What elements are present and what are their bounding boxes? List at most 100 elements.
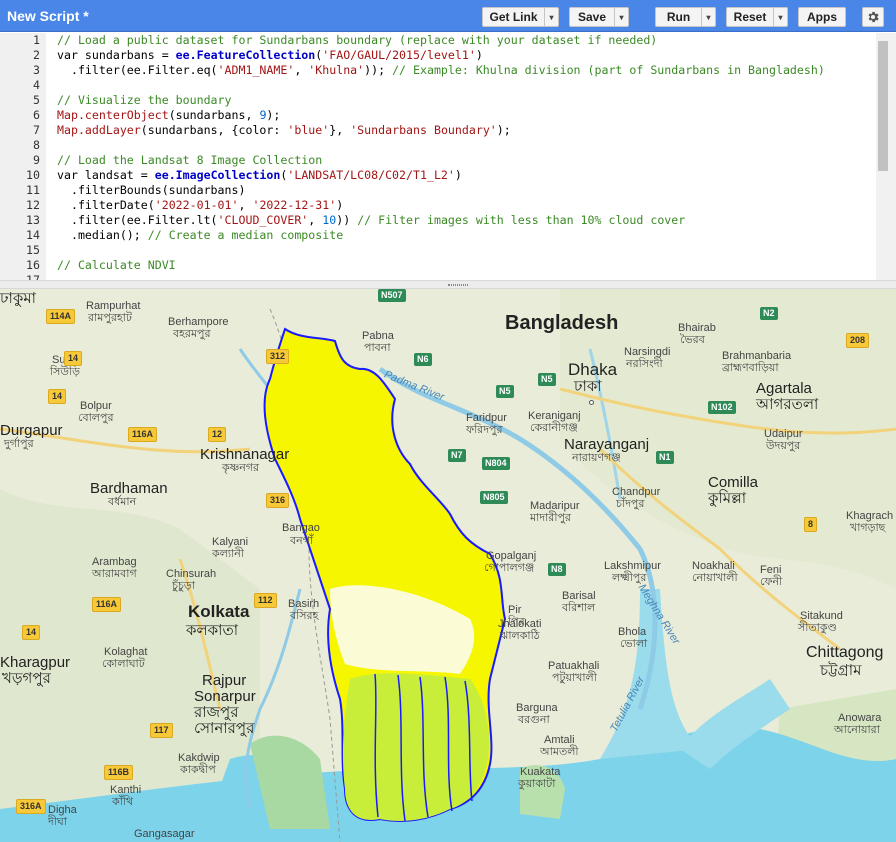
road-shield: 114A xyxy=(46,309,76,324)
code-token: ) xyxy=(475,48,483,62)
map-label: চাঁদপুর xyxy=(616,498,645,510)
map-label: গোপালগঞ্জ xyxy=(484,562,535,574)
road-shield: 117 xyxy=(150,723,173,738)
line-number: 1 xyxy=(33,33,40,47)
code-token: // Filter images with less than 10% clou… xyxy=(357,213,686,227)
road-shield: 316A xyxy=(16,799,46,814)
road-shield: 116A xyxy=(92,597,122,612)
map-label: Barisal xyxy=(562,590,596,602)
code-line: 4 xyxy=(0,78,876,93)
code-token: .filterDate( xyxy=(57,198,155,212)
map-label: Bhola xyxy=(618,626,647,638)
reset-button[interactable]: Reset ▾ xyxy=(726,7,788,27)
map-label: Chinsurah xyxy=(166,568,217,580)
save-button[interactable]: Save ▾ xyxy=(569,7,629,27)
code-editor[interactable]: 1 // Load a public dataset for Sundarbans… xyxy=(0,33,896,280)
map-label: Narayanganj xyxy=(564,436,650,453)
map-label: আগরতলা xyxy=(756,396,819,413)
editor-scroll-thumb[interactable] xyxy=(878,41,888,171)
chevron-down-icon[interactable]: ▾ xyxy=(544,8,558,26)
code-token: 'LANDSAT/LC08/C02/T1_L2' xyxy=(287,168,455,182)
code-text: .filter(ee.Filter.eq('ADM1_NAME', 'Khuln… xyxy=(57,63,825,78)
map-label: Bangladesh xyxy=(505,312,619,334)
apps-button[interactable]: Apps xyxy=(798,7,846,27)
code-token: )); xyxy=(364,63,393,77)
map-label: চুঁচুড়া xyxy=(172,580,195,592)
code-line: 10 var landsat = ee.ImageCollection('LAND… xyxy=(0,168,876,183)
line-number: 14 xyxy=(26,228,40,242)
code-line: 11 .filterBounds(sundarbans) xyxy=(0,183,876,198)
map-label: বরিশাল xyxy=(562,602,596,614)
code-token: ee.FeatureCollection xyxy=(175,48,316,62)
map-label: Noakhali xyxy=(692,560,735,572)
code-token: ee.ImageCollection xyxy=(154,168,281,182)
code-line: 7 Map.addLayer(sundarbans, {color: 'blue'… xyxy=(0,123,876,138)
map-label: Kolaghat xyxy=(104,646,148,658)
script-title[interactable]: New Script * xyxy=(7,8,89,24)
map-label: সিউড়ি xyxy=(50,366,80,378)
capital-marker-icon xyxy=(589,400,594,405)
map-label: বনগাঁ xyxy=(290,535,314,547)
map-label: Patuakhali xyxy=(548,660,600,672)
chevron-down-icon[interactable]: ▾ xyxy=(701,8,715,26)
run-button[interactable]: Run ▾ xyxy=(655,7,716,27)
line-number: 15 xyxy=(26,243,40,257)
map-label: সীতাকুণ্ড xyxy=(798,622,837,634)
line-number: 17 xyxy=(26,273,40,280)
map-label: Bhairab xyxy=(678,322,716,334)
get-link-button[interactable]: Get Link ▾ xyxy=(482,7,559,27)
map-label: বোলপুর xyxy=(78,412,114,424)
panel-splitter[interactable] xyxy=(0,280,896,289)
map-label: Gopalganj xyxy=(486,550,537,562)
code-token: '2022-12-31' xyxy=(252,198,337,212)
map-label: কাঁথি xyxy=(112,796,134,808)
map-label: কেরানীগঞ্জ xyxy=(530,422,578,434)
map-label: Bangao xyxy=(282,522,320,534)
code-text: .filterDate('2022-01-01', '2022-12-31') xyxy=(57,198,343,213)
road-shield: 12 xyxy=(208,427,227,442)
map-label: Dhaka xyxy=(568,360,618,379)
map-label: Udaipur xyxy=(764,428,803,440)
drag-handle-icon[interactable] xyxy=(448,284,468,286)
map-label: Chittagong xyxy=(806,644,884,661)
road-shield: N2 xyxy=(760,307,778,320)
map-label: নরসিংদী xyxy=(626,358,663,370)
map-label: আরামবাগ xyxy=(92,568,137,580)
map-label: মাদারীপুর xyxy=(530,512,571,524)
map-label: Faridpur xyxy=(466,412,507,424)
code-token: '2022-01-01' xyxy=(154,198,239,212)
map-label: ভৈরব xyxy=(680,334,705,346)
line-number: 12 xyxy=(26,198,40,212)
road-shield: N507 xyxy=(378,289,406,302)
chevron-down-icon[interactable]: ▾ xyxy=(773,8,787,26)
map-label: সোনারপুর xyxy=(194,720,255,737)
map-label: পাবনা xyxy=(364,342,391,354)
code-text: // Load the Landsat 8 Image Collection xyxy=(57,153,323,167)
code-area[interactable]: 1 // Load a public dataset for Sundarbans… xyxy=(0,33,876,280)
map-label: Sonarpur xyxy=(194,688,256,705)
map-label: Madaripur xyxy=(530,500,580,512)
road-shield: 8 xyxy=(804,517,818,532)
map-label: Berhampore xyxy=(168,316,229,328)
save-label: Save xyxy=(577,10,607,24)
chevron-down-icon[interactable]: ▾ xyxy=(614,8,628,26)
code-token: .filter(ee.Filter.lt( xyxy=(57,213,218,227)
map-label: কুমিল্লা xyxy=(708,490,747,507)
run-label: Run xyxy=(666,10,691,24)
map-label: Comilla xyxy=(708,474,759,491)
map-label: লক্ষ্মীপুর xyxy=(612,572,647,584)
map-label: Basirh xyxy=(288,598,320,610)
code-line: 16 // Calculate NDVI xyxy=(0,258,876,273)
line-number: 8 xyxy=(33,138,40,152)
map-view[interactable]: ঢাকুমা Bangladesh Rampurhat রামপুরহাট Be… xyxy=(0,289,896,842)
map-label: Jhalokati xyxy=(498,618,542,630)
map-label: Sitakund xyxy=(800,610,843,622)
code-token: 'ADM1_NAME' xyxy=(217,63,295,77)
code-text: Map.centerObject(sundarbans, 9); xyxy=(57,108,280,123)
map-label: Kolkata xyxy=(188,602,250,621)
code-line: 8 xyxy=(0,138,876,153)
code-text: .filter(ee.Filter.lt('CLOUD_COVER', 10))… xyxy=(57,213,685,228)
gear-icon[interactable] xyxy=(862,7,884,27)
map-label: Digha xyxy=(48,804,77,816)
line-number: 2 xyxy=(33,48,40,62)
